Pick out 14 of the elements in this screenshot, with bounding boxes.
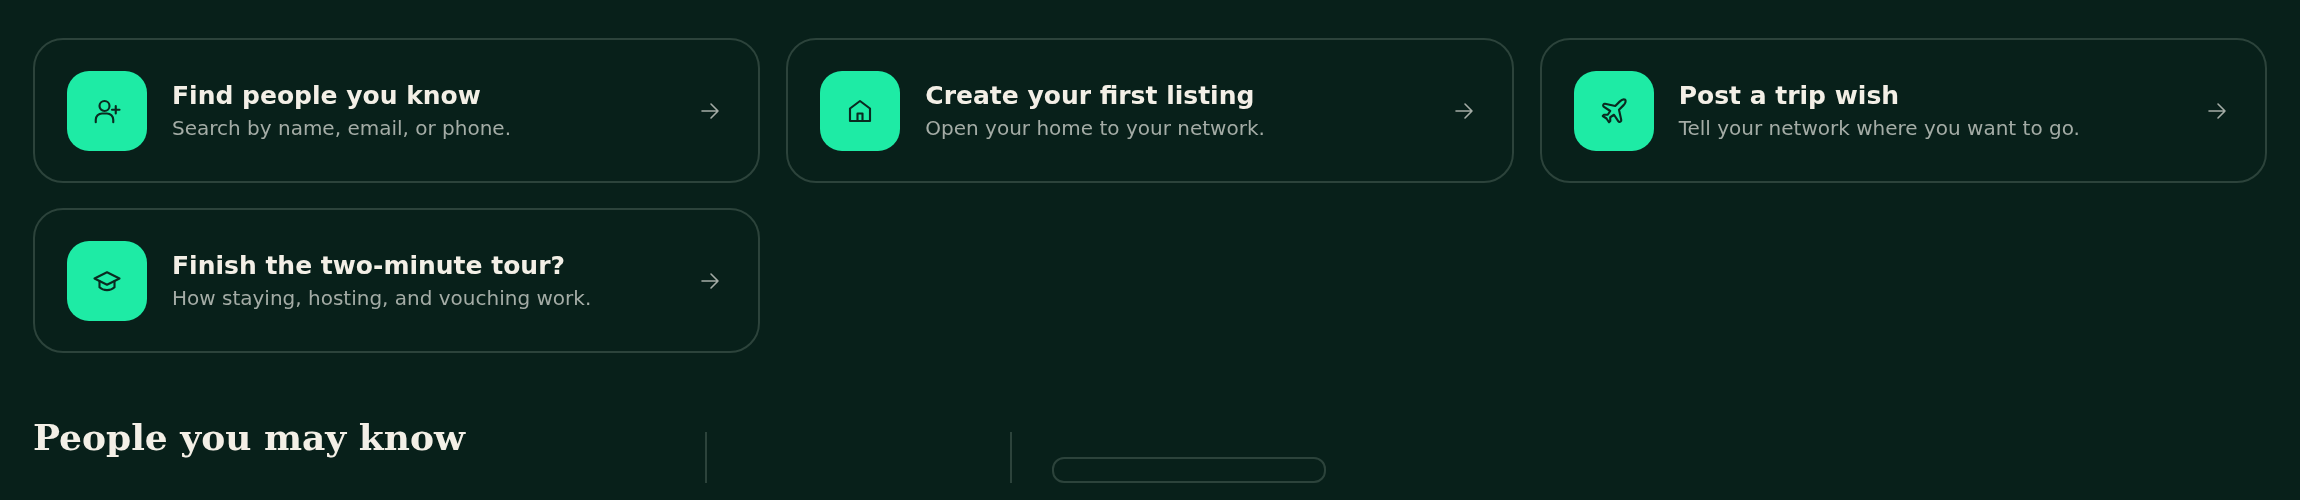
card-title: Post a trip wish — [1678, 79, 1901, 112]
card-title: Find people you know — [172, 79, 482, 112]
card-title: Create your first listing — [925, 79, 1256, 112]
action-card[interactable]: Create your first listing Open your home to your network. — [786, 38, 1514, 183]
card-title: Finish the two-minute tour? — [172, 249, 566, 282]
card-description: Tell your network where you want to go. — [1678, 114, 2081, 142]
chip-outline[interactable] — [1052, 457, 1326, 483]
card-description: Open your home to your network. — [925, 114, 1266, 142]
card-description: How staying, hosting, and vouching work. — [172, 284, 593, 312]
action-card[interactable]: Post a trip wish Tell your network where you want to go. — [1539, 38, 2267, 183]
section-heading: People you may know — [33, 415, 467, 459]
card-description: Search by name, email, or phone. — [172, 114, 513, 142]
action-card[interactable]: Finish the two-minute tour? How staying, hosting, and vouching work. — [33, 208, 761, 353]
action-card[interactable]: Find people you know Search by name, email, or phone. — [33, 38, 761, 183]
